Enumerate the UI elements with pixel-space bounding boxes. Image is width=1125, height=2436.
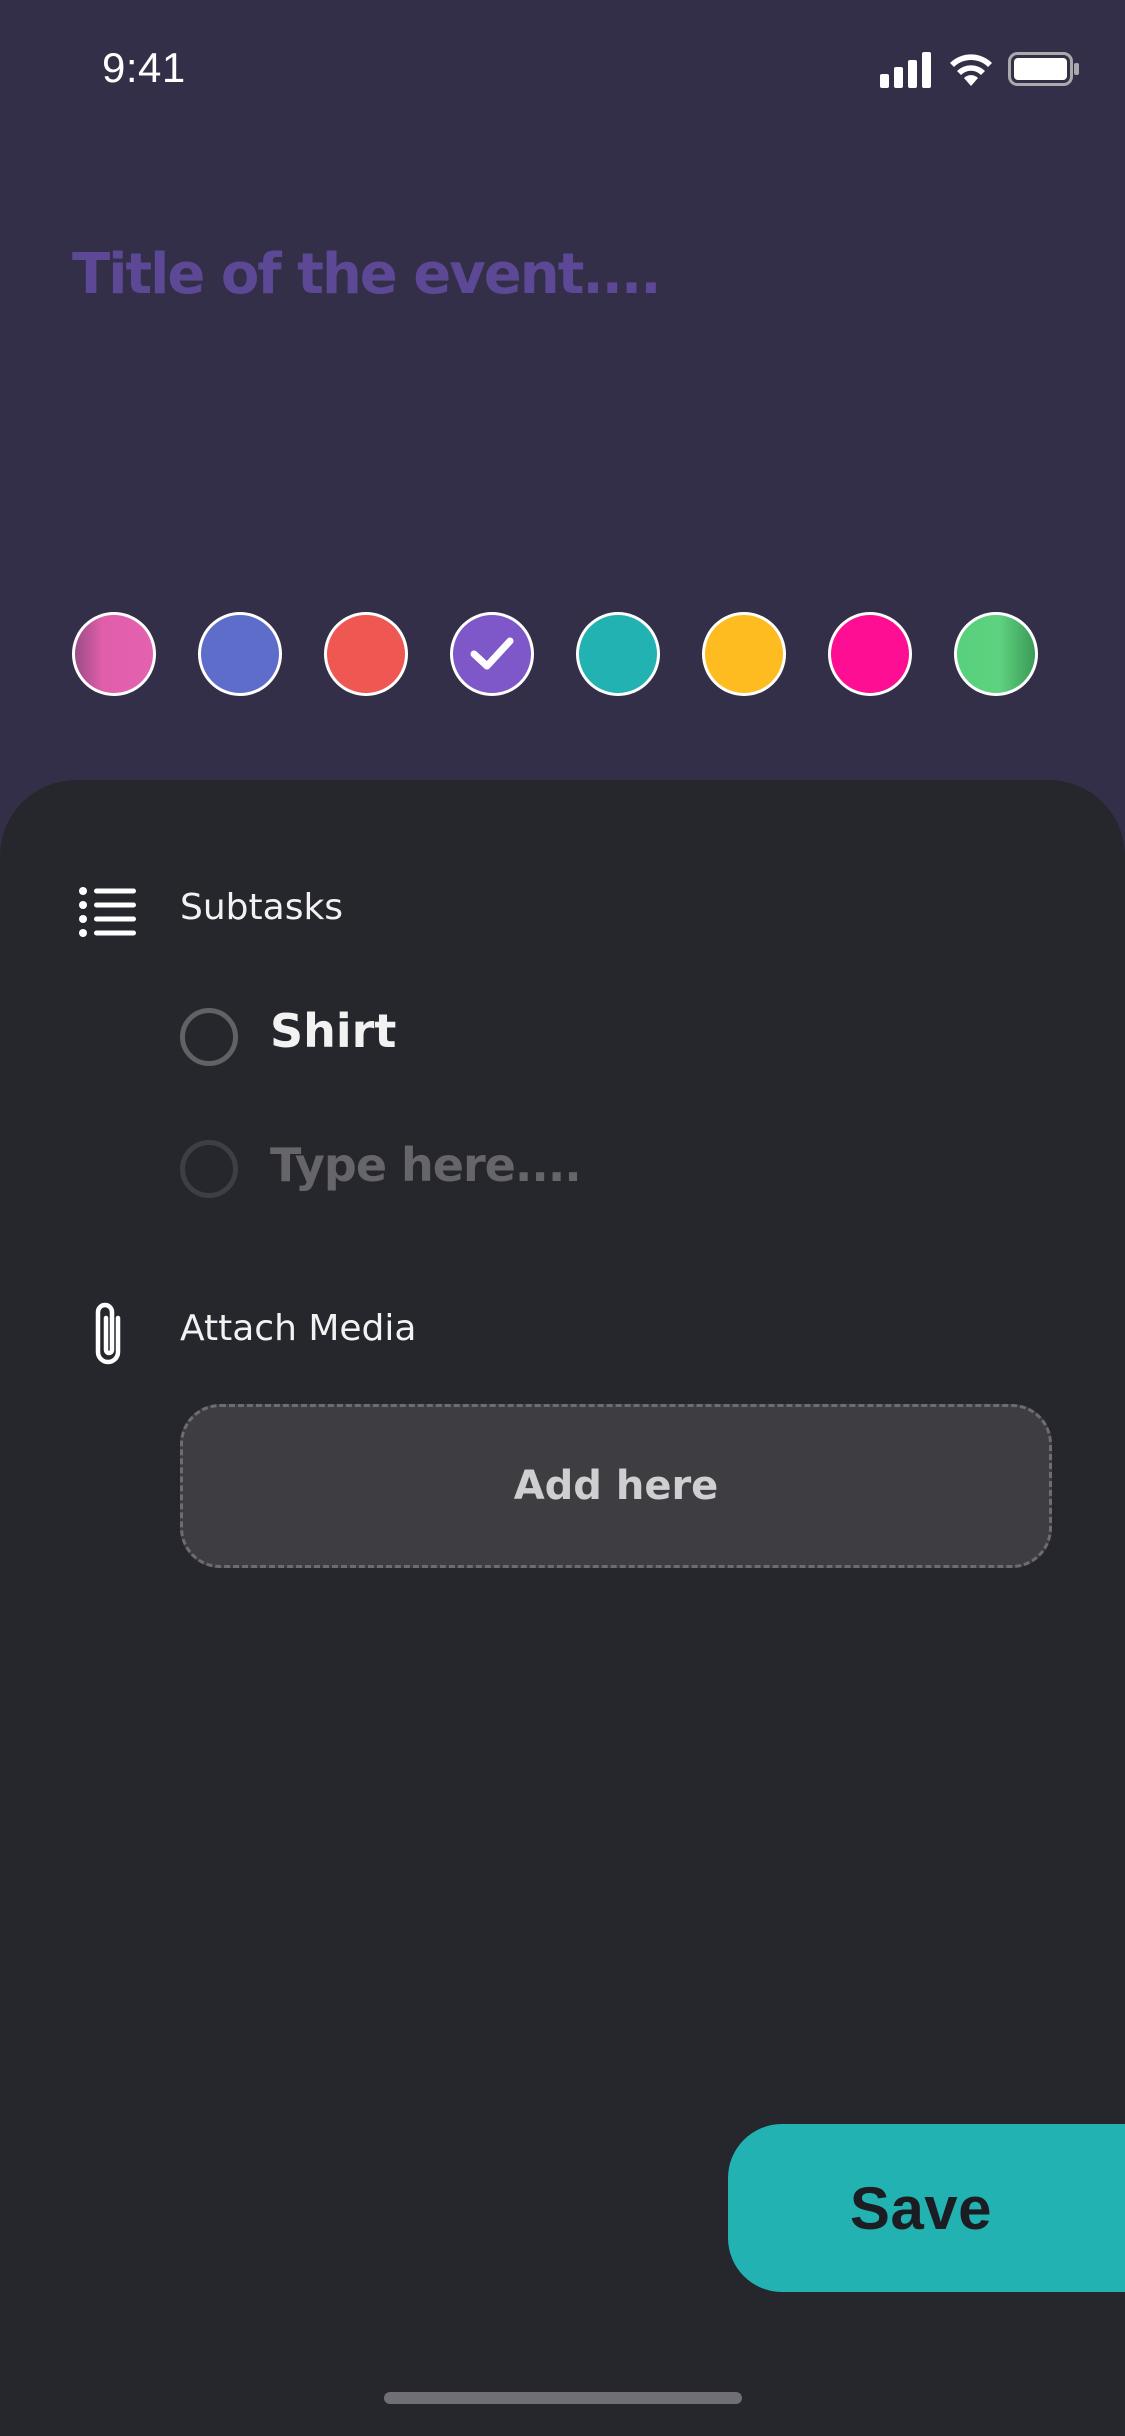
event-header: 9:41	[0, 0, 1125, 900]
wifi-icon	[950, 54, 992, 86]
attach-media-label: Attach Media	[180, 1308, 417, 1349]
color-swatch-green[interactable]	[954, 612, 1038, 696]
add-media-button[interactable]: Add here	[180, 1404, 1052, 1568]
color-swatch-teal[interactable]	[576, 612, 660, 696]
new-subtask-checkbox	[180, 1140, 238, 1198]
save-label: Save	[849, 2174, 993, 2242]
subtask-text[interactable]: Shirt	[270, 1004, 396, 1058]
color-swatch-magenta[interactable]	[828, 612, 912, 696]
color-swatch-purple-selected[interactable]	[450, 612, 534, 696]
save-button[interactable]: Save	[728, 2124, 1125, 2292]
battery-icon	[1008, 52, 1079, 86]
subtasks-label: Subtasks	[180, 887, 344, 928]
home-indicator	[384, 2392, 742, 2404]
status-time: 9:41	[102, 44, 186, 91]
subtask-checkbox[interactable]	[180, 1008, 238, 1066]
list-icon	[79, 887, 136, 937]
add-media-label: Add here	[513, 1463, 719, 1509]
signal-icon	[880, 52, 931, 88]
status-bar: 9:41	[0, 0, 1125, 140]
color-swatch-amber[interactable]	[702, 612, 786, 696]
event-title-input[interactable]	[72, 234, 1052, 314]
checkmark-icon	[470, 637, 514, 670]
paperclip-icon	[95, 1302, 121, 1365]
new-subtask-input[interactable]	[270, 1130, 1030, 1200]
color-swatch-coral[interactable]	[324, 612, 408, 696]
color-swatch-indigo[interactable]	[198, 612, 282, 696]
color-swatch-pink[interactable]	[72, 612, 156, 696]
